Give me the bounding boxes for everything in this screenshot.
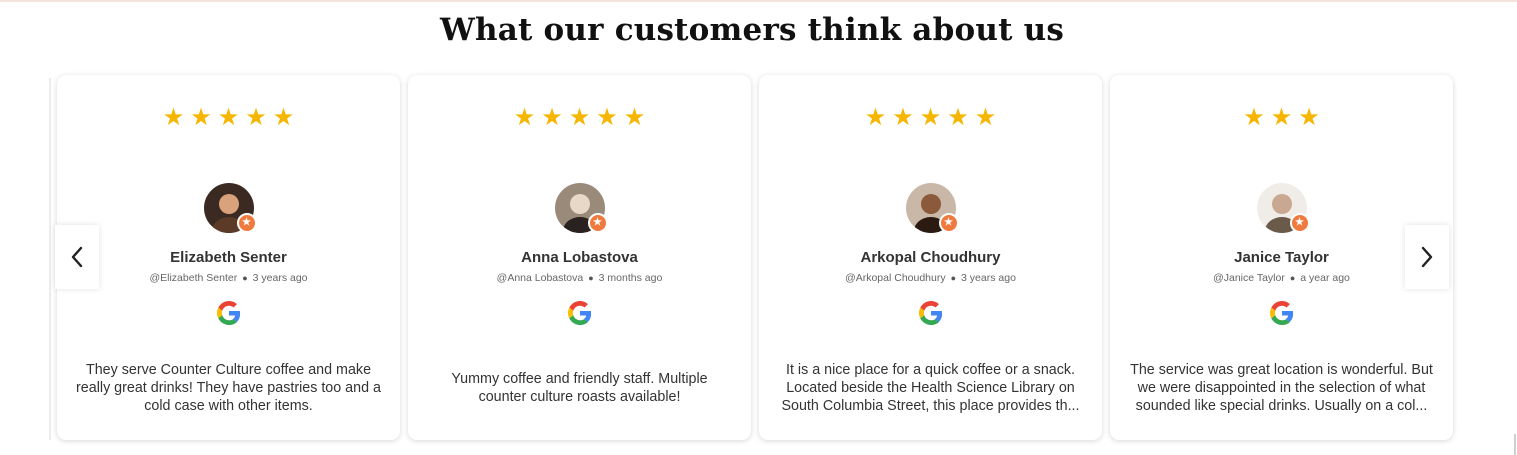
star-icon: ★ bbox=[1270, 104, 1293, 131]
review-text: Yummy coffee and friendly staff. Multipl… bbox=[451, 370, 708, 405]
review-card: ★ ★ ★ ★ Janice Taylor @Janice Taylor ● a year a… bbox=[1110, 75, 1453, 440]
google-g-icon bbox=[1269, 301, 1293, 325]
star-icon: ★ bbox=[1243, 104, 1265, 131]
top-divider bbox=[0, 0, 1517, 2]
star-icon: ★ bbox=[596, 104, 618, 131]
reviewer-badge-icon: ★ bbox=[236, 213, 257, 233]
review-card: ★ ★ ★ ★ ★ ★ Arkopal Choudhury @Arkopal Choudhur… bbox=[759, 75, 1102, 440]
star-rating: ★ ★ ★ ★ ★ bbox=[57, 106, 400, 130]
review-text-box: Yummy coffee and friendly staff. Multipl… bbox=[426, 351, 733, 425]
star-icon: ★ bbox=[892, 104, 914, 131]
star-icon: ★ bbox=[623, 104, 646, 131]
star-icon: ★ bbox=[272, 104, 295, 131]
review-card: ★ ★ ★ ★ ★ ★ Elizabeth Senter @Elizabeth Senter ●… bbox=[57, 75, 400, 440]
reviewer-name: Elizabeth Senter bbox=[170, 249, 287, 266]
reviewer-name: Janice Taylor bbox=[1234, 249, 1329, 266]
star-icon: ★ bbox=[947, 104, 969, 131]
review-text-box: The service was great location is wonder… bbox=[1128, 351, 1435, 425]
review-text-box: They serve Counter Culture coffee and ma… bbox=[75, 351, 382, 425]
carousel-edge bbox=[49, 78, 51, 440]
chevron-right-icon bbox=[1421, 246, 1433, 268]
star-icon: ★ bbox=[190, 104, 212, 131]
star-icon: ★ bbox=[919, 104, 942, 131]
review-meta: @Arkopal Choudhury ● 3 years ago bbox=[759, 272, 1102, 284]
review-meta: @Janice Taylor ● a year ago bbox=[1110, 272, 1453, 284]
review-text: They serve Counter Culture coffee and ma… bbox=[76, 361, 381, 415]
separator-dot: ● bbox=[588, 273, 594, 283]
review-card: ★ ★ ★ ★ ★ ★ Anna Lobastova @Anna Lobastova ● 3 mo… bbox=[408, 75, 751, 440]
review-time: 3 years ago bbox=[252, 272, 308, 284]
star-icon: ★ bbox=[217, 104, 240, 131]
chevron-left-icon bbox=[71, 246, 83, 268]
star-icon: ★ bbox=[974, 104, 997, 131]
google-g-icon bbox=[216, 301, 240, 325]
reviewer-name: Arkopal Choudhury bbox=[860, 249, 1001, 266]
review-text: It is a nice place for a quick coffee or… bbox=[781, 361, 1080, 415]
review-time: 3 years ago bbox=[961, 272, 1016, 284]
review-meta: @Elizabeth Senter ● 3 years ago bbox=[57, 272, 400, 284]
scrollbar-edge bbox=[1514, 434, 1516, 455]
separator-dot: ● bbox=[242, 273, 248, 283]
section-heading: What our customers think about us bbox=[440, 12, 1064, 48]
star-icon: ★ bbox=[568, 104, 591, 131]
reviewer-handle: @Janice Taylor bbox=[1213, 272, 1285, 284]
reviewer-handle: @Anna Lobastova bbox=[496, 272, 584, 284]
review-text-box: It is a nice place for a quick coffee or… bbox=[777, 351, 1084, 425]
review-time: a year ago bbox=[1300, 272, 1350, 284]
carousel-prev-button[interactable] bbox=[55, 225, 99, 289]
star-icon: ★ bbox=[1298, 104, 1320, 131]
star-icon: ★ bbox=[864, 104, 887, 131]
star-rating: ★ ★ ★ ★ ★ bbox=[408, 106, 751, 130]
reviewer-badge-icon: ★ bbox=[1289, 213, 1310, 233]
reviewer-badge-icon: ★ bbox=[587, 213, 608, 233]
review-text: The service was great location is wonder… bbox=[1130, 361, 1433, 415]
star-icon: ★ bbox=[245, 104, 267, 131]
reviewer-name: Anna Lobastova bbox=[521, 249, 638, 266]
star-icon: ★ bbox=[162, 104, 185, 131]
reviewer-badge-icon: ★ bbox=[938, 213, 959, 233]
star-icon: ★ bbox=[541, 104, 563, 131]
carousel-next-button[interactable] bbox=[1405, 225, 1449, 289]
separator-dot: ● bbox=[950, 273, 957, 283]
reviewer-handle: @Elizabeth Senter bbox=[149, 272, 238, 284]
reviewer-handle: @Arkopal Choudhury bbox=[845, 272, 946, 284]
star-rating: ★ ★ ★ ★ ★ bbox=[759, 106, 1102, 130]
google-g-icon bbox=[567, 301, 591, 325]
star-icon: ★ bbox=[513, 104, 536, 131]
google-g-icon bbox=[918, 301, 942, 325]
review-meta: @Anna Lobastova ● 3 months ago bbox=[408, 272, 751, 284]
review-time: 3 months ago bbox=[598, 272, 663, 284]
separator-dot: ● bbox=[1289, 273, 1296, 283]
star-rating: ★ ★ ★ bbox=[1110, 106, 1453, 130]
